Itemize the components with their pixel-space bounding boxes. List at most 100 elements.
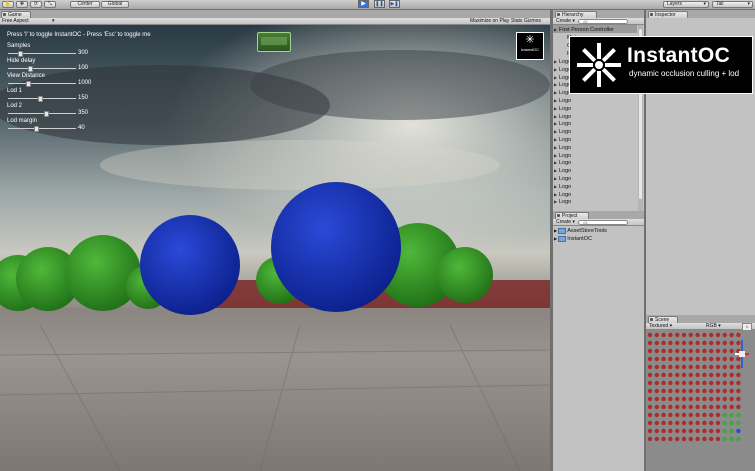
layout-label: Tall xyxy=(716,1,724,7)
hierarchy-search-placeholder: All xyxy=(583,19,588,24)
scene-object xyxy=(647,388,653,394)
tab-scene[interactable]: Scene xyxy=(648,316,678,323)
scene-object xyxy=(722,364,727,370)
slider-value: 350 xyxy=(78,110,89,116)
hierarchy-item-label: Logo xyxy=(559,160,572,167)
hierarchy-item-logo[interactable]: ▶ Logo xyxy=(554,152,634,160)
scene-gizmo[interactable] xyxy=(734,336,750,370)
hierarchy-item-logo[interactable]: ▶ Logo xyxy=(554,198,634,206)
tab-project[interactable]: Project xyxy=(555,212,589,219)
hierarchy-item-logo[interactable]: ▶ Logo xyxy=(554,175,634,183)
stats-toggle[interactable]: Stats xyxy=(511,18,522,24)
scene-object xyxy=(695,340,700,346)
slider-thumb[interactable] xyxy=(18,51,23,57)
slider-thumb[interactable] xyxy=(28,66,33,72)
tab-game[interactable]: Game xyxy=(1,11,31,18)
slider-label: Hide delay xyxy=(7,58,36,64)
hierarchy-item-label: Logo xyxy=(559,129,572,136)
hierarchy-search-input[interactable]: All xyxy=(578,19,628,24)
hierarchy-item-logo[interactable]: ▶ Logo xyxy=(554,105,634,113)
layout-dropdown[interactable]: Tall ▾ xyxy=(712,1,753,8)
hand-tool-button[interactable]: ✋ xyxy=(2,1,14,8)
slider-track[interactable] xyxy=(8,66,76,72)
maximize-on-play-toggle[interactable]: Maximize on Play xyxy=(470,18,509,24)
tab-hierarchy[interactable]: Hierarchy xyxy=(555,11,597,18)
scene-object xyxy=(722,428,727,434)
hierarchy-create-dropdown[interactable]: Create ▾ xyxy=(556,18,575,24)
slider-thumb[interactable] xyxy=(44,111,49,117)
scene-object xyxy=(661,396,666,402)
game-controlbar: Free Aspect ▾ Maximize on Play Stats Giz… xyxy=(0,18,551,25)
scene-object xyxy=(722,340,727,346)
scene-object xyxy=(736,380,741,386)
pivot-center-button[interactable]: Center xyxy=(70,1,100,8)
hierarchy-item-first-person-controller[interactable]: ▶ First Person Controller xyxy=(554,26,634,34)
scene-object xyxy=(647,332,653,338)
slider-thumb[interactable] xyxy=(26,81,31,87)
pause-button[interactable]: ❚❚ xyxy=(374,0,385,8)
hierarchy-item-logo[interactable]: ▶ Logo xyxy=(554,159,634,167)
scene-object xyxy=(647,428,653,434)
scene-mode-dropdown[interactable]: Textured ▾ xyxy=(649,323,672,329)
hierarchy-item-logo[interactable]: ▶ Logo xyxy=(554,191,634,199)
hierarchy-item-logo[interactable]: ▶ Logo xyxy=(554,144,634,152)
gizmos-dropdown[interactable]: Gizmos xyxy=(524,18,541,24)
scene-object xyxy=(647,364,653,370)
tab-inspector[interactable]: Inspector xyxy=(648,11,688,18)
scene-object xyxy=(709,340,714,346)
scene-object xyxy=(709,396,714,402)
scene-object xyxy=(715,340,721,346)
layers-dropdown[interactable]: Layers ▾ xyxy=(663,1,709,8)
hierarchy-item-logo[interactable]: ▶ Logo xyxy=(554,97,634,105)
step-button[interactable]: ▶❚ xyxy=(389,0,400,8)
hierarchy-item-logo[interactable]: ▶ Logo xyxy=(554,128,634,136)
scene-object xyxy=(709,412,714,418)
hierarchy-item-logo[interactable]: ▶ Logo xyxy=(554,167,634,175)
scene-object xyxy=(647,420,653,426)
small-logo-label: InstantOC xyxy=(520,47,539,52)
scene-object xyxy=(736,388,741,394)
slider-track[interactable] xyxy=(8,111,76,117)
scene-object xyxy=(715,332,721,338)
slider-track[interactable] xyxy=(8,81,76,87)
scene-object xyxy=(661,348,666,354)
scene-object xyxy=(695,356,700,362)
scene-color-dropdown[interactable]: RGB ▾ xyxy=(706,323,721,329)
pivot-global-button[interactable]: Global xyxy=(101,1,129,8)
hierarchy-item-logo[interactable]: ▶ Logo xyxy=(554,113,634,121)
scene-object xyxy=(675,412,680,418)
hierarchy-item-logo[interactable]: ▶ Logo xyxy=(554,120,634,128)
play-button[interactable]: ▶ xyxy=(358,0,369,8)
aspect-dropdown[interactable]: Free Aspect xyxy=(2,18,29,24)
slider-track[interactable] xyxy=(8,96,76,102)
game-view[interactable]: Press 'I' to toggle InstantOC - Press 'E… xyxy=(0,25,550,471)
project-toolbar: Create ▾ All xyxy=(553,219,644,226)
slider-thumb[interactable] xyxy=(38,96,43,102)
slider-track[interactable] xyxy=(8,51,76,57)
project-item-instantoc[interactable]: ▶ InstantOC xyxy=(554,235,592,243)
slider-value: 40 xyxy=(78,125,85,131)
scene-object xyxy=(675,388,680,394)
scene-object xyxy=(715,364,721,370)
scene-object xyxy=(722,332,727,338)
project-item-assetstoretools[interactable]: ▶ AssetStoreTools xyxy=(554,227,607,235)
scene-object xyxy=(654,340,659,346)
chevron-down-icon: ▾ xyxy=(703,1,706,7)
scene-view[interactable] xyxy=(646,330,755,471)
move-tool-button[interactable]: ✥ xyxy=(16,1,28,8)
hierarchy-item-logo[interactable]: ▶ Logo xyxy=(554,183,634,191)
scene-object xyxy=(647,356,653,362)
hierarchy-item-logo[interactable]: ▶ Logo xyxy=(554,136,634,144)
scene-object xyxy=(709,380,714,386)
hierarchy-item-label: Logo xyxy=(559,199,572,206)
rotate-tool-button[interactable]: ⟳ xyxy=(30,1,42,8)
slider-thumb[interactable] xyxy=(34,126,39,132)
scale-tool-button[interactable]: ⤡ xyxy=(44,1,56,8)
project-search-input[interactable]: All xyxy=(578,220,628,225)
hierarchy-item-label: Logo xyxy=(559,113,572,120)
slider-track[interactable] xyxy=(8,126,76,132)
project-create-dropdown[interactable]: Create ▾ xyxy=(556,219,575,225)
scene-object xyxy=(675,348,680,354)
scene-object xyxy=(736,420,741,426)
scene-object xyxy=(668,380,673,386)
